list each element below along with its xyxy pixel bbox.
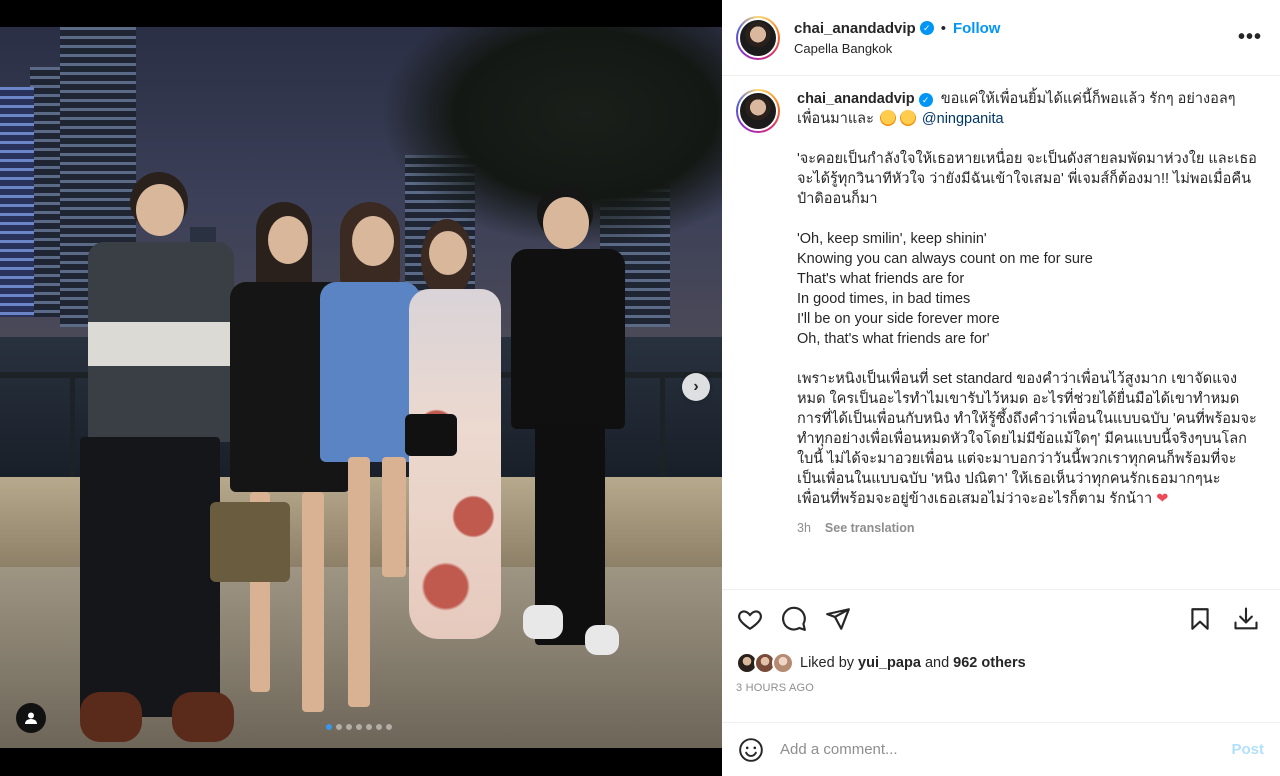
caption-lyrics: 'Oh, keep smilin', keep shinin' Knowing …	[797, 231, 1093, 347]
post-header-text: chai_anandadvip ✓ • Follow Capella Bangk…	[794, 20, 1234, 56]
media-panel: ›	[0, 0, 722, 776]
download-icon	[1234, 607, 1258, 630]
caption-age[interactable]: 3h	[797, 518, 811, 538]
follow-button[interactable]: Follow	[953, 20, 1001, 37]
carousel-dot	[386, 724, 392, 730]
like-button[interactable]	[730, 599, 770, 639]
photo-person	[405, 219, 505, 639]
post-photo[interactable]	[0, 27, 722, 748]
photo-person	[60, 172, 235, 747]
kiss-emoji-icon	[879, 110, 896, 126]
carousel-dot	[326, 724, 332, 730]
caption-paragraph: 'จะคอยเป็นกำลังใจให้เธอหายเหนื่อย จะเป็น…	[797, 151, 1257, 207]
comment-button[interactable]	[774, 599, 814, 639]
more-icon[interactable]: •••	[1234, 26, 1266, 49]
comment-composer: Post	[722, 722, 1280, 776]
download-button[interactable]	[1226, 599, 1266, 639]
user-tag-icon	[25, 712, 37, 724]
author-username[interactable]: chai_anandadvip	[794, 20, 916, 37]
photo-person	[505, 185, 630, 655]
chevron-right-icon: ›	[693, 378, 699, 395]
heart-emoji-icon: ❤	[1156, 491, 1169, 507]
actions-area: Liked by yui_papa and 962 others 3 HOURS…	[722, 589, 1280, 694]
avatar	[772, 652, 794, 674]
likes-count[interactable]: 962 others	[953, 655, 1026, 671]
post-comment-button[interactable]: Post	[1231, 741, 1264, 758]
likes-summary: Liked by yui_papa and 962 others	[736, 648, 1266, 678]
carousel-dots	[326, 724, 392, 730]
action-bar	[736, 590, 1266, 648]
caption-paragraph-2-text: เพราะหนิงเป็นเพื่อนที่ set standard ของค…	[797, 371, 1257, 507]
post-timestamp[interactable]: 3 HOURS AGO	[736, 682, 1266, 694]
heart-icon	[738, 610, 762, 631]
save-button[interactable]	[1180, 599, 1220, 639]
heart-eyes-emoji-icon	[899, 110, 916, 126]
likes-prefix: Liked by	[800, 655, 855, 671]
share-icon	[826, 608, 850, 630]
author-avatar[interactable]	[736, 15, 780, 60]
caption-meta: 3h See translation	[797, 518, 1257, 538]
header-separator: •	[940, 19, 946, 37]
user-tags-button[interactable]	[16, 703, 46, 733]
post-location[interactable]: Capella Bangkok	[794, 41, 1234, 56]
caption-body: chai_anandadvip ✓ ขอแค่ให้เพื่อนยิ้มได้แค…	[797, 89, 1257, 538]
caption: chai_anandadvip ✓ ขอแค่ให้เพื่อนยิ้มได้แค…	[736, 89, 1266, 538]
comment-input[interactable]	[780, 741, 1232, 758]
carousel-dot	[346, 724, 352, 730]
photo-building	[0, 87, 34, 317]
instagram-post-modal: › chai_anandadvip ✓ • Follow Capella Ban…	[0, 0, 1280, 776]
post-side-panel: chai_anandadvip ✓ • Follow Capella Bangk…	[722, 0, 1280, 776]
see-translation-button[interactable]: See translation	[825, 518, 915, 538]
carousel-dot	[376, 724, 382, 730]
share-button[interactable]	[818, 599, 858, 639]
carousel-dot	[336, 724, 342, 730]
comments-area[interactable]: chai_anandadvip ✓ ขอแค่ให้เพื่อนยิ้มได้แค…	[722, 77, 1280, 589]
caption-username[interactable]: chai_anandadvip	[797, 91, 915, 107]
mention-link[interactable]: @ningpanita	[922, 111, 1004, 127]
avatar-image	[738, 91, 778, 131]
caption-avatar[interactable]	[736, 89, 780, 133]
avatar-image	[738, 17, 778, 58]
carousel-dot	[356, 724, 362, 730]
likes-and: and	[924, 655, 950, 671]
emoji-icon[interactable]	[738, 737, 764, 763]
caption-first-line: chai_anandadvip ✓ ขอแค่ให้เพื่อนยิ้มได้แค…	[797, 89, 1257, 129]
caption-paragraph-2: เพราะหนิงเป็นเพื่อนที่ set standard ของค…	[797, 369, 1257, 509]
post-header-row: chai_anandadvip ✓ • Follow	[794, 20, 1234, 37]
post-header: chai_anandadvip ✓ • Follow Capella Bangk…	[722, 0, 1280, 76]
photo-railing-post	[660, 372, 665, 482]
comment-icon	[782, 606, 806, 631]
verified-icon: ✓	[919, 21, 934, 35]
carousel-next-button[interactable]: ›	[682, 373, 710, 401]
carousel-dot	[366, 724, 372, 730]
liker-username[interactable]: yui_papa	[858, 655, 921, 671]
verified-icon: ✓	[918, 93, 933, 107]
bookmark-icon	[1191, 608, 1209, 630]
liker-avatars[interactable]	[736, 652, 794, 674]
